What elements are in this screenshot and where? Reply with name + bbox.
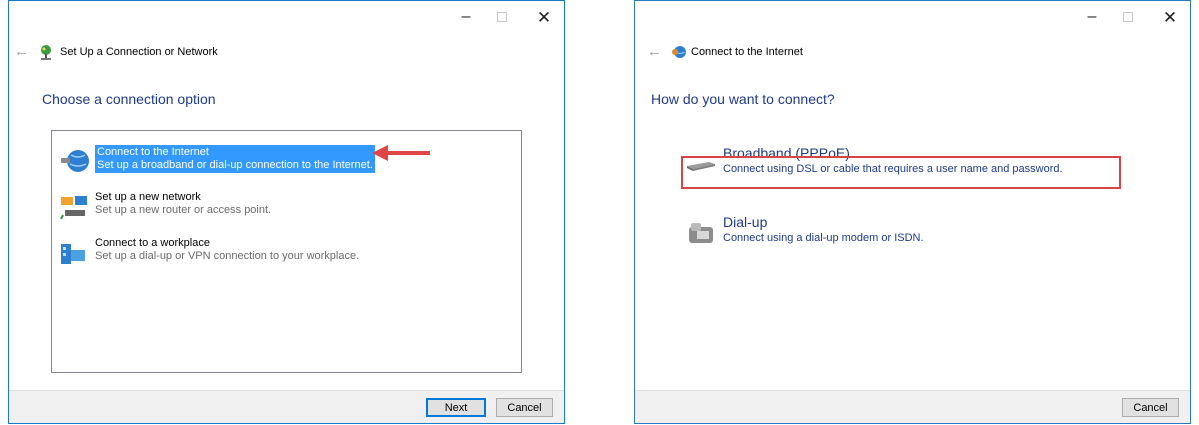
option-text: Connect to the Internet Set up a broadba…	[95, 145, 375, 173]
option-text: Set up a new network Set up a new router…	[95, 191, 271, 217]
option-description: Set up a new router or access point.	[95, 204, 272, 216]
dialup-icon	[689, 223, 713, 243]
next-button[interactable]: Next	[426, 398, 486, 417]
close-button[interactable]: ✕	[1160, 9, 1180, 26]
minimize-button[interactable]: –	[1082, 9, 1102, 25]
globe-icon	[61, 150, 89, 172]
back-button[interactable]: ←	[647, 41, 662, 63]
maximize-icon	[497, 12, 507, 22]
workplace-icon	[61, 244, 85, 264]
nav-row: ← Set Up a Connection or Network	[9, 41, 564, 63]
option-description: Connect using a dial-up modem or ISDN.	[723, 232, 924, 244]
option-text: Connect to a workplace Set up a dial-up …	[95, 237, 359, 263]
option-description: Set up a broadband or dial-up connection…	[97, 159, 373, 171]
internet-connection-icon	[672, 46, 686, 58]
dialog-footer: Next Cancel	[9, 390, 564, 423]
option-connect-workplace[interactable]: Connect to a workplace Set up a dial-up …	[57, 235, 517, 271]
window-title: Set Up a Connection or Network	[60, 46, 218, 58]
window-title: Connect to the Internet	[691, 46, 803, 58]
close-button[interactable]: ✕	[534, 9, 554, 26]
option-text: Dial-up Connect using a dial-up modem or…	[723, 213, 924, 245]
option-dial-up[interactable]: Dial-up Connect using a dial-up modem or…	[685, 213, 1115, 253]
option-title: Connect to the Internet	[97, 146, 209, 158]
option-title: Dial-up	[723, 214, 768, 230]
network-icon	[60, 196, 87, 220]
cancel-button[interactable]: Cancel	[496, 398, 553, 417]
minimize-button[interactable]: –	[456, 9, 476, 25]
cancel-button[interactable]: Cancel	[1122, 398, 1179, 417]
connect-internet-window: – ✕ ← Connect to the Internet How do you…	[634, 0, 1191, 424]
nav-row: ← Connect to the Internet	[635, 41, 1190, 63]
option-title: Set up a new network	[95, 191, 201, 203]
back-button[interactable]: ←	[14, 41, 29, 63]
setup-connection-window: – ✕ ← Set Up a Connection or Network Cho…	[8, 0, 565, 424]
option-connect-internet[interactable]: Connect to the Internet Set up a broadba…	[57, 143, 517, 179]
title-bar: – ✕	[635, 1, 1190, 31]
option-title: Connect to a workplace	[95, 237, 210, 249]
network-setup-icon	[41, 45, 51, 60]
maximize-icon	[1123, 12, 1133, 22]
page-heading: How do you want to connect?	[651, 91, 835, 107]
annotation-highlight-box	[681, 156, 1121, 189]
maximize-button[interactable]	[492, 9, 512, 25]
connection-options-list: Connect to the Internet Set up a broadba…	[51, 130, 522, 373]
title-bar: – ✕	[9, 1, 564, 31]
option-new-network[interactable]: Set up a new network Set up a new router…	[57, 189, 517, 225]
dialog-footer: Cancel	[635, 390, 1190, 423]
page-heading: Choose a connection option	[42, 91, 216, 107]
annotation-arrow-icon	[372, 145, 430, 161]
option-description: Set up a dial-up or VPN connection to yo…	[95, 250, 360, 262]
maximize-button[interactable]	[1118, 9, 1138, 25]
